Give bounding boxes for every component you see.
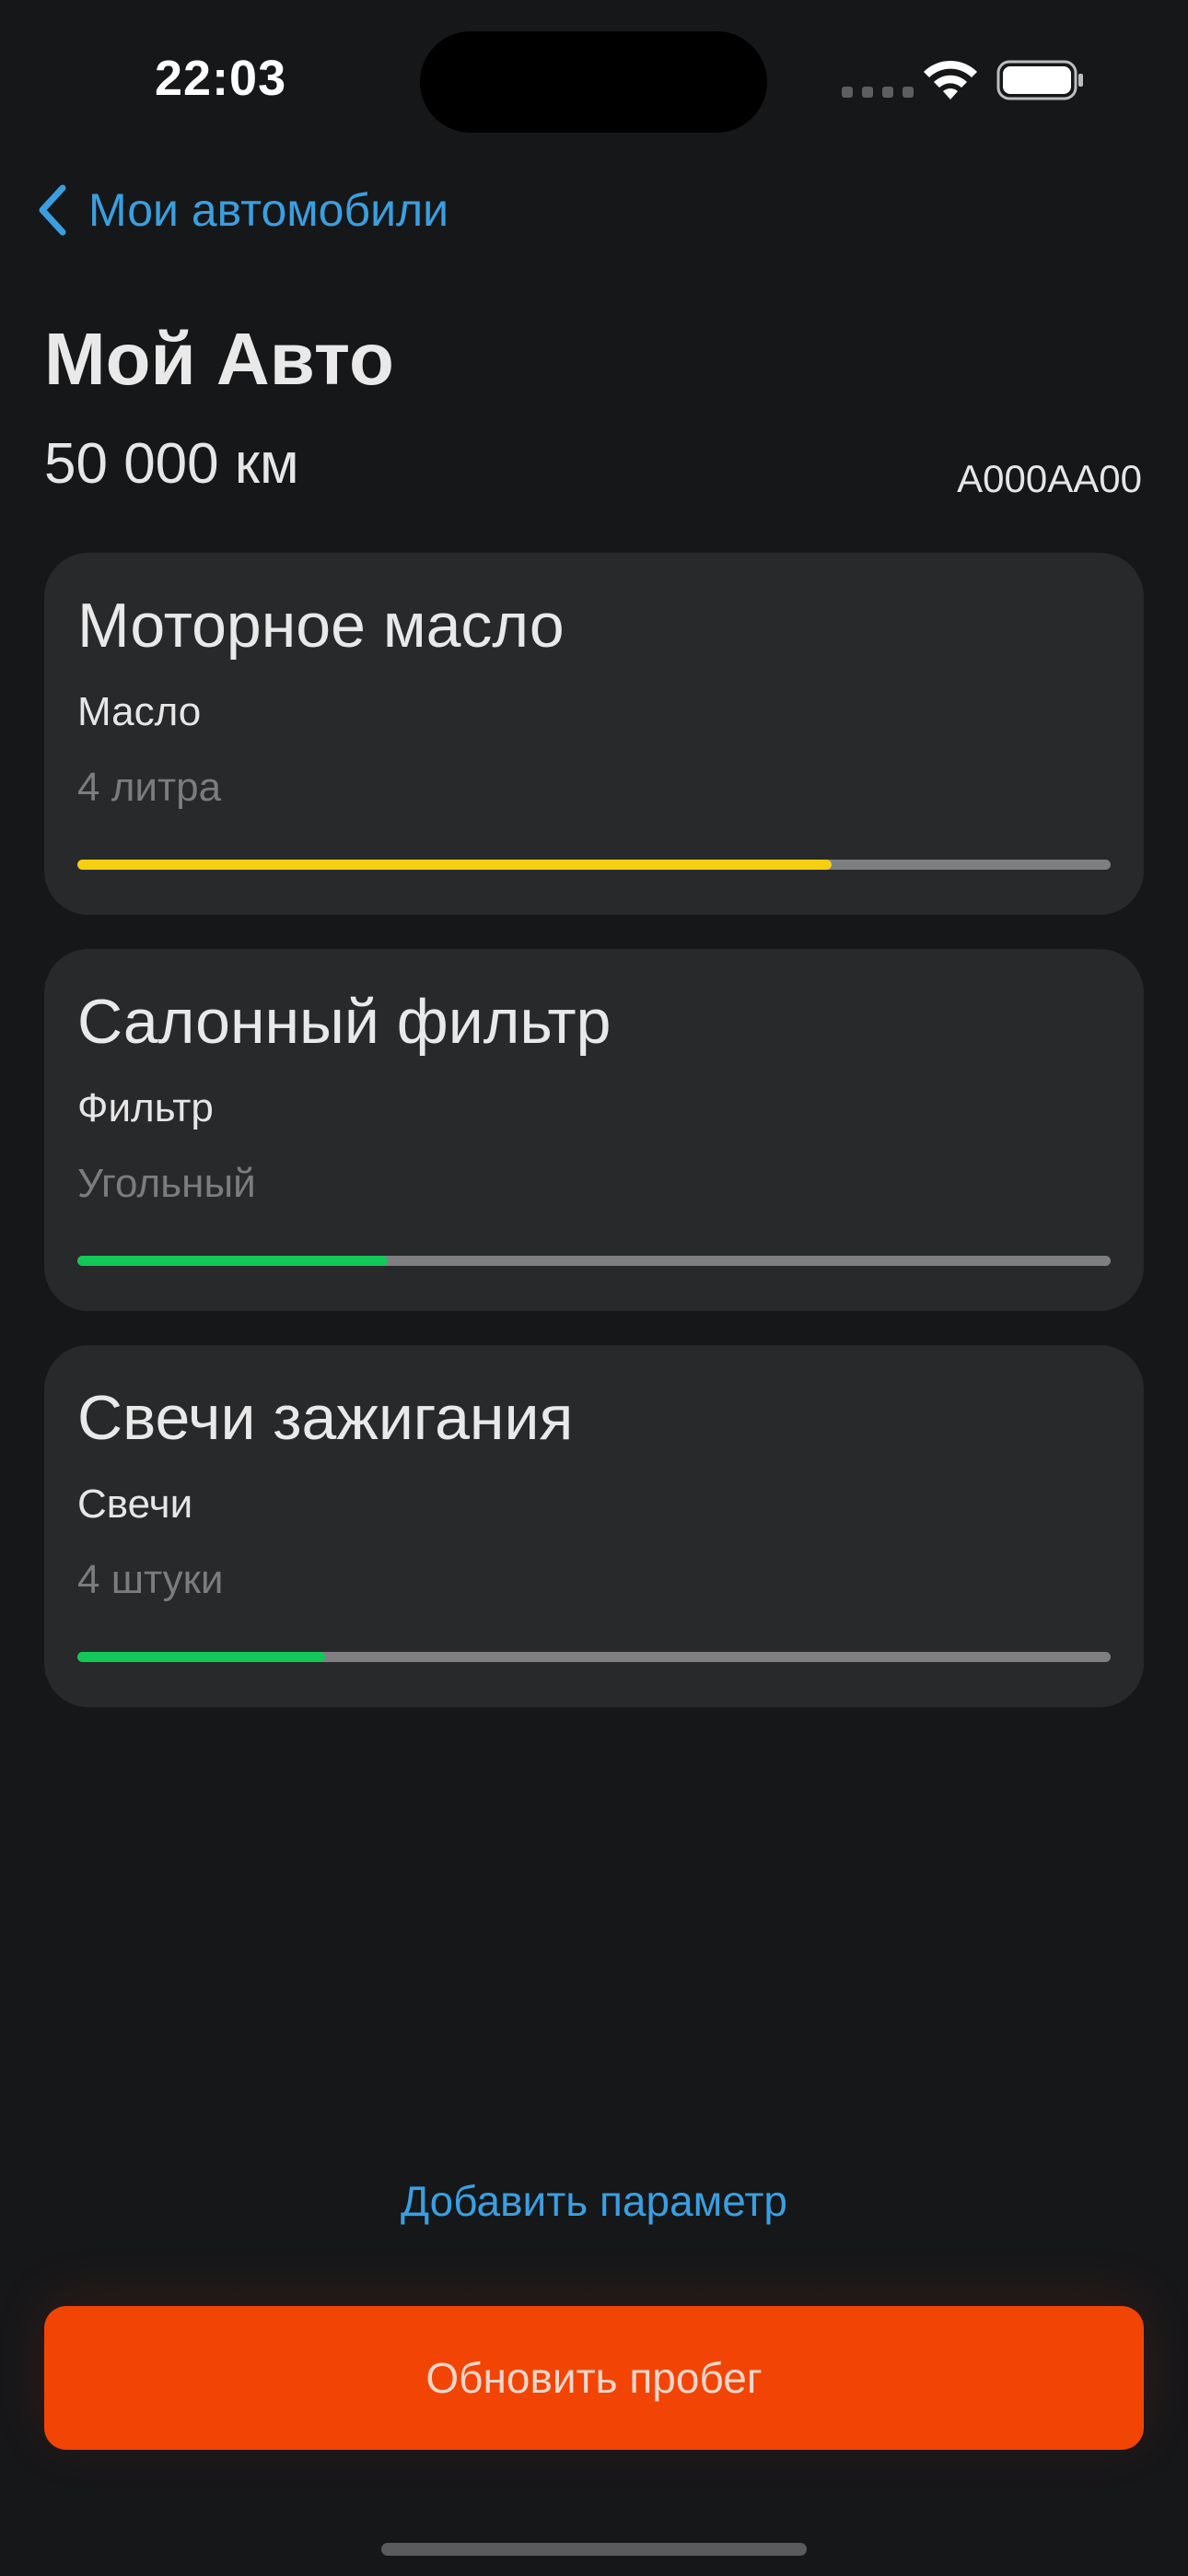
card-detail: 4 литра bbox=[77, 765, 222, 810]
cellular-signal-icon bbox=[842, 87, 914, 98]
wifi-icon bbox=[924, 60, 977, 100]
card-type: Масло bbox=[77, 689, 202, 734]
progress-fill bbox=[77, 1256, 388, 1266]
status-time: 22:03 bbox=[155, 51, 287, 106]
card-detail: 4 штуки bbox=[77, 1557, 224, 1602]
progress-fill bbox=[77, 1652, 326, 1662]
parameter-card[interactable]: Салонный фильтр Фильтр Угольный bbox=[44, 949, 1144, 1311]
update-mileage-label: Обновить пробег bbox=[425, 2354, 763, 2402]
progress-bar bbox=[77, 860, 1111, 870]
card-type: Фильтр bbox=[77, 1085, 214, 1130]
dynamic-island bbox=[420, 31, 767, 133]
parameter-card[interactable]: Моторное масло Масло 4 литра bbox=[44, 553, 1144, 915]
battery-icon bbox=[996, 60, 1083, 100]
card-type: Свечи bbox=[77, 1481, 193, 1527]
page-title: Мой Авто bbox=[44, 318, 394, 400]
home-indicator[interactable] bbox=[381, 2543, 807, 2556]
progress-fill bbox=[77, 860, 833, 870]
card-title: Свечи зажигания bbox=[77, 1383, 574, 1453]
add-parameter-button[interactable]: Добавить параметр bbox=[0, 2176, 1188, 2226]
progress-bar bbox=[77, 1652, 1111, 1662]
car-plate-number: A000AA00 bbox=[957, 457, 1142, 500]
car-mileage: 50 000 км bbox=[44, 432, 299, 496]
back-button-label: Мои автомобили bbox=[88, 184, 449, 236]
progress-bar bbox=[77, 1256, 1111, 1266]
card-detail: Угольный bbox=[77, 1161, 256, 1206]
back-button[interactable]: Мои автомобили bbox=[35, 177, 448, 243]
parameter-card[interactable]: Свечи зажигания Свечи 4 штуки bbox=[44, 1345, 1144, 1707]
card-title: Салонный фильтр bbox=[77, 987, 611, 1057]
card-title: Моторное масло bbox=[77, 591, 565, 661]
chevron-left-icon bbox=[39, 184, 66, 236]
update-mileage-button[interactable]: Обновить пробег bbox=[44, 2306, 1144, 2450]
